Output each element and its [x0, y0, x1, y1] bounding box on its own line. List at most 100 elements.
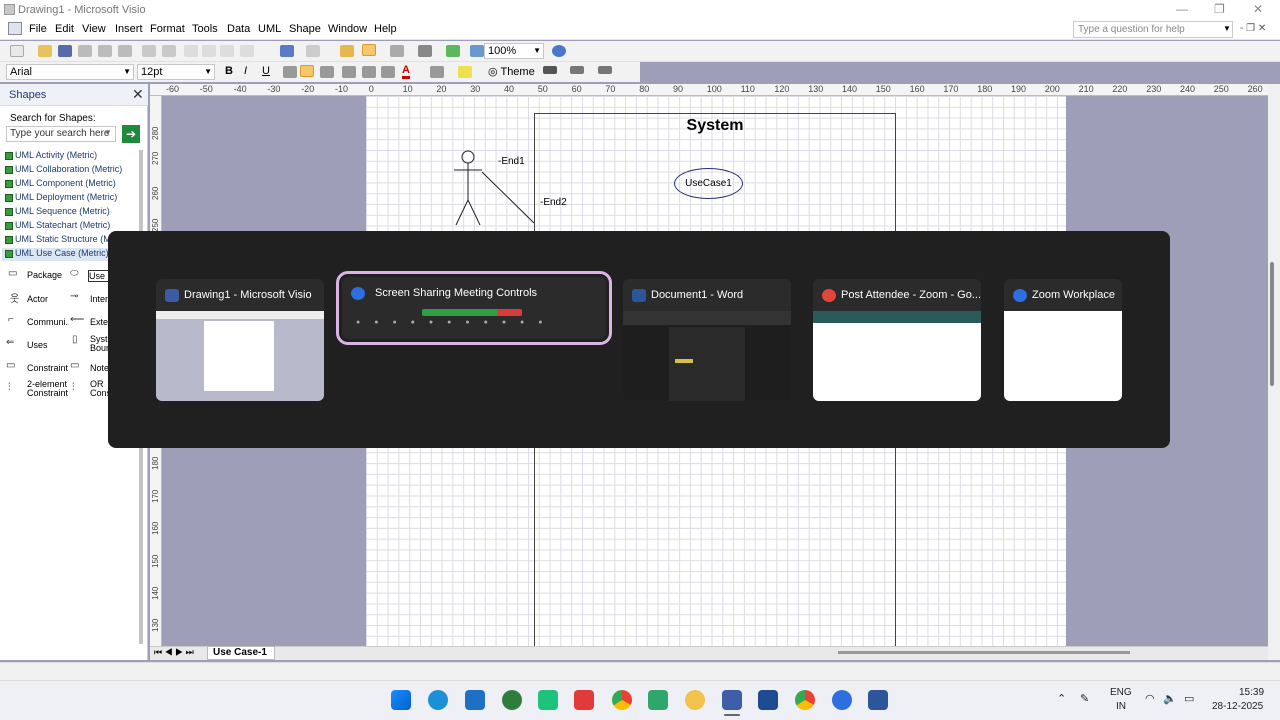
edge-icon[interactable] [428, 690, 448, 710]
bold-icon[interactable]: B [225, 65, 233, 77]
switcher-card-chrome[interactable]: Post Attendee - Zoom - Go... [813, 279, 981, 401]
pen-icon[interactable]: ✎ [1080, 692, 1089, 705]
clock-time[interactable]: 15:39 [1239, 687, 1264, 698]
page-tab-use-case-1[interactable]: Use Case-1 [207, 646, 275, 660]
language-code[interactable]: ENG [1110, 687, 1132, 698]
close-button[interactable]: ✕ [1253, 2, 1263, 16]
shape-constraint[interactable]: Constraint [27, 363, 69, 373]
search-input[interactable]: Type your search here [6, 126, 116, 142]
menu-window[interactable]: Window [328, 23, 367, 35]
chrome-taskbar-icon[interactable] [612, 690, 632, 710]
system-title[interactable]: System [534, 117, 896, 135]
line-pattern-icon[interactable] [570, 66, 584, 74]
document-icon[interactable] [8, 22, 22, 35]
redo-icon[interactable] [306, 45, 320, 57]
chevron-up-icon[interactable]: ⌃ [1057, 692, 1066, 705]
battery-icon[interactable]: ▭ [1184, 692, 1194, 705]
language-region[interactable]: IN [1116, 701, 1126, 712]
minimize-button[interactable]: — [1176, 2, 1188, 16]
pan-zoom-icon[interactable] [470, 45, 484, 57]
shape-communication[interactable]: Communi... [27, 317, 69, 327]
delete-icon[interactable] [240, 45, 254, 57]
save-icon[interactable] [58, 45, 72, 57]
print-preview-icon[interactable] [98, 45, 112, 57]
decrease-indent-icon[interactable] [362, 66, 376, 78]
open-icon[interactable] [38, 45, 52, 57]
paste-icon[interactable] [220, 45, 234, 57]
vertical-scroll-thumb[interactable] [1270, 262, 1274, 386]
italic-icon[interactable]: I [244, 65, 247, 77]
menu-format[interactable]: Format [150, 23, 185, 35]
cross-icon[interactable] [758, 690, 778, 710]
format-painter-icon[interactable] [162, 45, 176, 57]
new-icon[interactable] [10, 45, 24, 57]
pointer-tool-icon[interactable] [362, 44, 376, 56]
vscode-icon[interactable] [465, 690, 485, 710]
usecase-ellipse[interactable]: UseCase1 [674, 168, 743, 199]
research-icon[interactable] [142, 45, 156, 57]
stencil-uml-activity[interactable]: UML Activity (Metric) [2, 150, 140, 163]
menu-help[interactable]: Help [374, 23, 397, 35]
switcher-card-word[interactable]: Document1 - Word [623, 279, 791, 401]
help-icon[interactable] [552, 45, 566, 57]
shapes-window-icon[interactable] [340, 45, 354, 57]
line-ends-icon[interactable] [598, 66, 612, 74]
clock-date[interactable]: 28-12-2025 [1212, 701, 1263, 712]
switcher-card-zoom-workplace[interactable]: Zoom Workplace [1004, 279, 1122, 401]
menu-edit[interactable]: Edit [55, 23, 74, 35]
spelling-icon[interactable] [118, 45, 132, 57]
search-go-button[interactable]: ➔ [122, 125, 140, 143]
menu-tools[interactable]: Tools [192, 23, 218, 35]
undo-icon[interactable] [280, 45, 294, 57]
stencil-uml-collaboration[interactable]: UML Collaboration (Metric) [2, 164, 140, 177]
stencil-uml-sequence[interactable]: UML Sequence (Metric) [2, 206, 140, 219]
shape-2-element-constraint[interactable]: 2-element Constraint [27, 380, 69, 398]
chrome-profile-icon[interactable] [795, 690, 815, 710]
stencil-uml-deployment[interactable]: UML Deployment (Metric) [2, 192, 140, 205]
menu-file[interactable]: File [29, 23, 47, 35]
font-combo[interactable]: Arial ▼ [6, 64, 134, 80]
shape-uses[interactable]: Uses [27, 340, 65, 350]
line-weight-icon[interactable] [543, 66, 557, 74]
end1-label[interactable]: -End1 [498, 156, 525, 167]
connector-tool-icon[interactable] [390, 45, 404, 57]
theme-button[interactable]: ◎ Theme [488, 65, 535, 78]
word-taskbar-icon[interactable] [868, 690, 888, 710]
horizontal-scroll-thumb[interactable] [838, 651, 1130, 654]
menu-data[interactable]: Data [227, 23, 250, 35]
switcher-card-visio[interactable]: Drawing1 - Microsoft Visio [156, 279, 324, 401]
align-right-icon[interactable] [320, 66, 334, 78]
help-search-input[interactable]: Type a question for help [1073, 21, 1233, 38]
cut-icon[interactable] [184, 45, 198, 57]
menu-view[interactable]: View [82, 23, 106, 35]
emoji-app-icon[interactable] [685, 690, 705, 710]
line-color-icon[interactable] [430, 66, 444, 78]
copy-icon[interactable] [202, 45, 216, 57]
text-tool-icon[interactable] [418, 45, 432, 57]
bullets-icon[interactable] [342, 66, 356, 78]
pycharm-icon[interactable] [538, 690, 558, 710]
shape-actor[interactable]: Actor [27, 294, 65, 304]
stamp-tool-icon[interactable] [446, 45, 460, 57]
whatsapp-icon[interactable] [502, 690, 522, 710]
sheets-icon[interactable] [648, 690, 668, 710]
stencil-uml-component[interactable]: UML Component (Metric) [2, 178, 140, 191]
start-icon[interactable] [391, 690, 411, 710]
shape-package[interactable]: Package [27, 270, 65, 280]
switcher-card-screen-sharing[interactable]: Screen Sharing Meeting Controls ●●●●●●●●… [336, 271, 612, 345]
maximize-button[interactable]: ❐ [1214, 2, 1225, 16]
zoom-combo[interactable]: 100% ▼ [484, 43, 544, 59]
increase-indent-icon[interactable] [381, 66, 395, 78]
menu-uml[interactable]: UML [258, 23, 281, 35]
align-center-icon[interactable] [300, 65, 314, 77]
fill-color-icon[interactable] [458, 66, 472, 78]
wifi-icon[interactable]: ◠ [1145, 692, 1155, 705]
end2-label[interactable]: -End2 [540, 197, 567, 208]
underline-icon[interactable]: U [262, 65, 270, 77]
search-dropdown-icon[interactable]: ▼ [104, 128, 112, 137]
close-icon[interactable]: ✕ [132, 86, 144, 103]
doc-minimize-button[interactable]: - ❐ ✕ [1240, 23, 1266, 34]
volume-icon[interactable]: 🔈 [1163, 692, 1177, 705]
font-size-combo[interactable]: 12pt ▼ [137, 64, 215, 80]
anydesk-icon[interactable] [574, 690, 594, 710]
